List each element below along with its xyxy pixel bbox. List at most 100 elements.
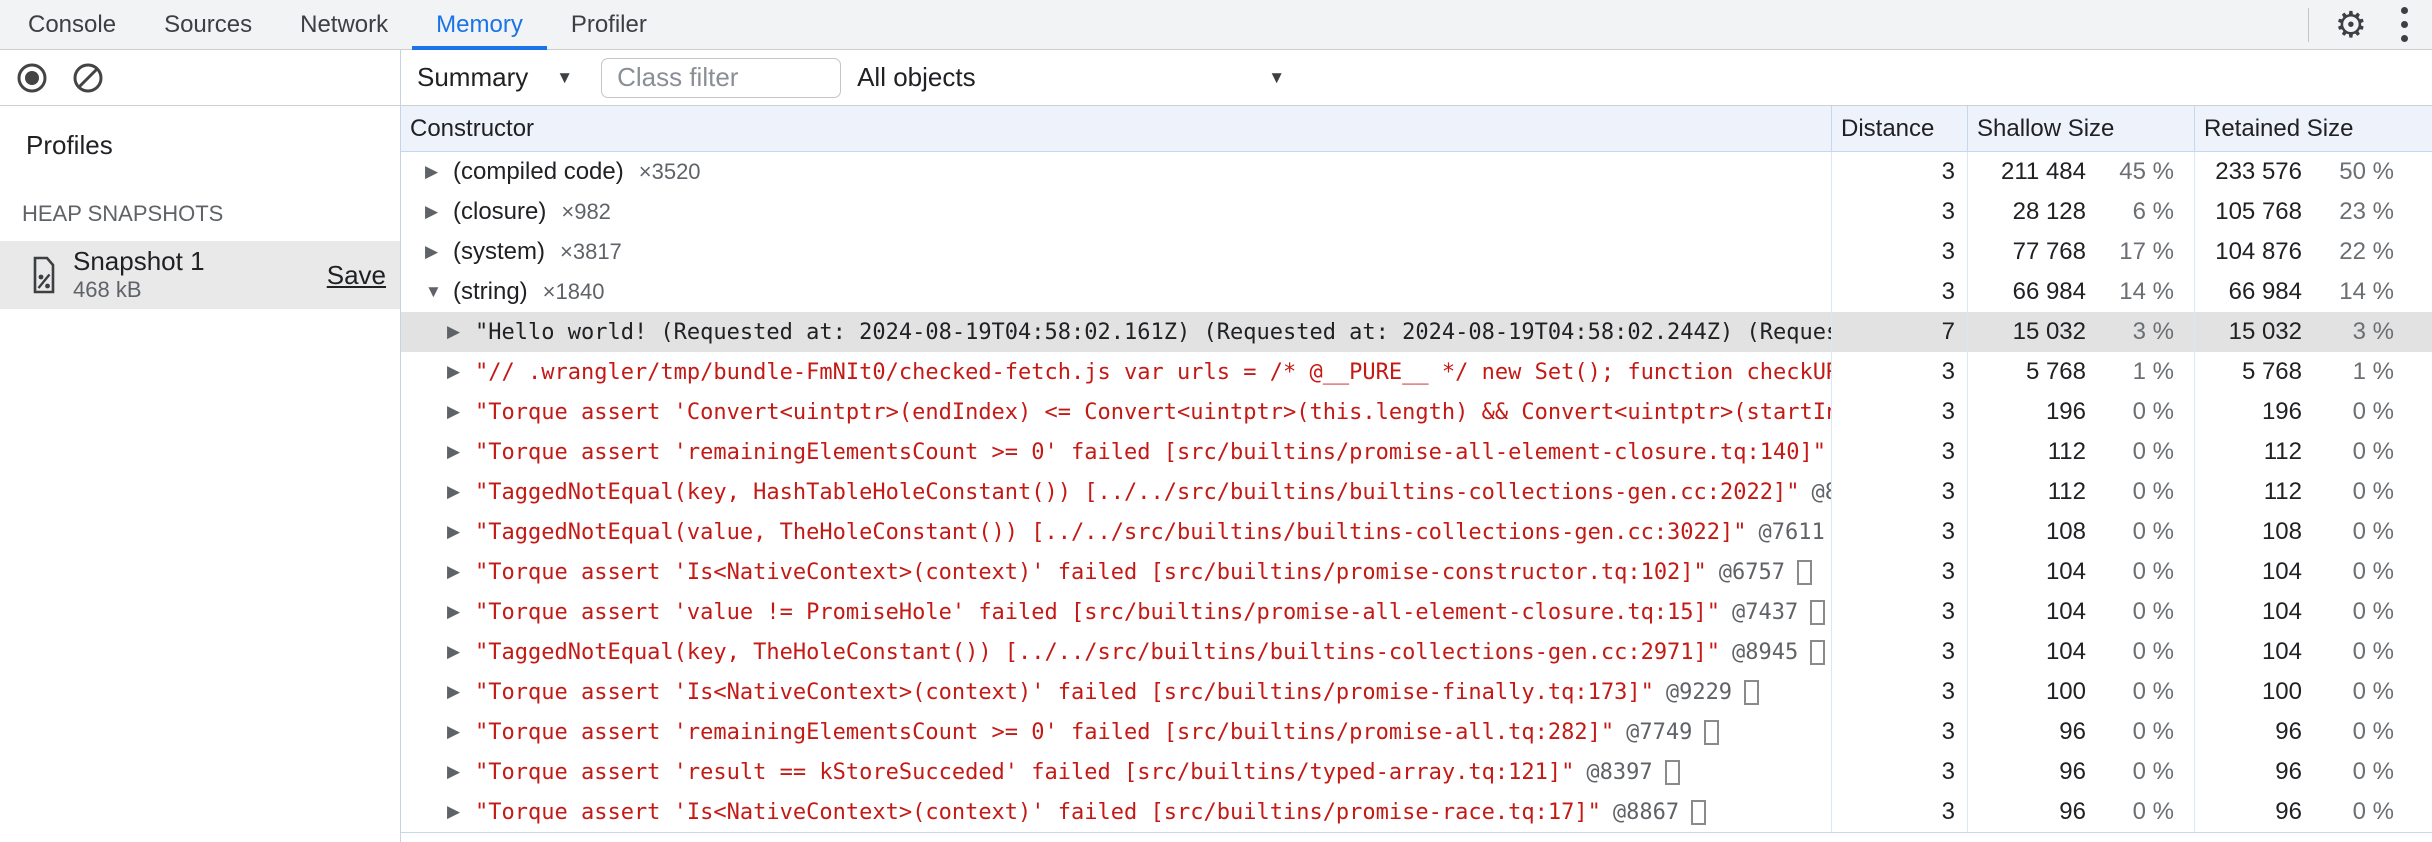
grid-row[interactable]: ▶ "Torque assert 'remainingElementsCount… [401, 712, 2432, 752]
grid-row[interactable]: ▶ "TaggedNotEqual(key, TheHoleConstant()… [401, 632, 2432, 672]
shallow-size-cell: 96 0 % [1968, 712, 2195, 752]
tab-network[interactable]: Network [276, 0, 412, 49]
grid-row[interactable]: ▶ "Hello world! (Requested at: 2024-08-1… [401, 312, 2432, 352]
shallow-size-value: 112 [2047, 478, 2086, 505]
shallow-size-cell: 104 0 % [1968, 592, 2195, 632]
disclosure-triangle-icon[interactable]: ▶ [445, 442, 475, 462]
tab-profiler-label: Profiler [570, 10, 647, 38]
column-header-constructor[interactable]: Constructor [401, 106, 1832, 151]
disclosure-triangle-icon[interactable]: ▶ [423, 242, 453, 262]
retained-size-value: 104 [2261, 558, 2302, 585]
distance-cell: 3 [1832, 752, 1968, 792]
shallow-size-value: 96 [2059, 798, 2086, 825]
disclosure-triangle-icon[interactable]: ▼ [423, 282, 453, 302]
record-heap-snapshot-icon[interactable] [16, 62, 48, 94]
constructor-text: "Torque assert 'result == kStoreSucceded… [475, 759, 1575, 785]
perspective-select[interactable]: Summary ▼ [417, 62, 573, 93]
shallow-size-value: 104 [2045, 598, 2086, 625]
distance-cell: 3 [1832, 432, 1968, 472]
snapshot-toolbar: Summary ▼ All objects ▼ [401, 50, 2432, 106]
shallow-size-cell: 100 0 % [1968, 672, 2195, 712]
grid-row[interactable]: ▶ "TaggedNotEqual(value, TheHoleConstant… [401, 512, 2432, 552]
retained-size-cell: 104 0 % [2195, 632, 2432, 672]
distance-cell: 3 [1832, 512, 1968, 552]
retained-size-percent: 1 % [2352, 358, 2394, 385]
grid-row[interactable]: ▶ "Torque assert 'Is<NativeContext>(cont… [401, 792, 2432, 832]
glyph-box-icon [1744, 679, 1760, 705]
disclosure-triangle-icon[interactable]: ▶ [423, 202, 453, 222]
disclosure-triangle-icon[interactable]: ▶ [445, 722, 475, 742]
shallow-size-value: 104 [2045, 558, 2086, 585]
disclosure-triangle-icon[interactable]: ▶ [445, 362, 475, 382]
retained-size-percent: 0 % [2352, 598, 2394, 625]
grid-row[interactable]: ▶ "Torque assert 'value != PromiseHole' … [401, 592, 2432, 632]
disclosure-triangle-icon[interactable]: ▶ [445, 402, 475, 422]
retained-size-cell: 100 0 % [2195, 672, 2432, 712]
tab-sources[interactable]: Sources [140, 0, 276, 49]
class-filter-input[interactable] [601, 57, 842, 98]
shallow-size-percent: 45 % [2119, 158, 2174, 185]
grid-row[interactable]: ▶ "Torque assert 'result == kStoreSucced… [401, 752, 2432, 792]
object-id: @8945 [1732, 639, 1799, 665]
shallow-size-value: 108 [2045, 518, 2086, 545]
disclosure-triangle-icon[interactable]: ▶ [423, 162, 453, 182]
grid-row[interactable]: ▶ (compiled code) ×3520 3 211 484 45 % 2… [401, 152, 2432, 192]
constructor-text: "// .wrangler/tmp/bundle-FmNIt0/checked-… [475, 359, 1832, 385]
disclosure-triangle-icon[interactable]: ▶ [445, 682, 475, 702]
retained-size-cell: 15 032 3 % [2195, 312, 2432, 352]
constructor-text: "Torque assert 'Is<NativeContext>(contex… [475, 679, 1654, 705]
disclosure-triangle-icon[interactable]: ▶ [445, 602, 475, 622]
column-header-distance[interactable]: Distance [1832, 106, 1968, 151]
object-id: @7749 [1626, 719, 1693, 745]
disclosure-triangle-icon[interactable]: ▶ [445, 322, 475, 342]
shallow-size-cell: 104 0 % [1968, 632, 2195, 672]
shallow-size-cell: 211 484 45 % [1968, 152, 2195, 192]
grid-row[interactable]: ▶ "// .wrangler/tmp/bundle-FmNIt0/checke… [401, 352, 2432, 392]
retained-size-cell: 96 0 % [2195, 792, 2432, 832]
clear-profiles-icon[interactable] [72, 62, 104, 94]
grid-row[interactable]: ▶ (closure) ×982 3 28 128 6 % 105 768 23… [401, 192, 2432, 232]
constructor-cell: ▶ "Hello world! (Requested at: 2024-08-1… [401, 312, 1832, 352]
retained-size-percent: 50 % [2339, 158, 2394, 185]
tab-console[interactable]: Console [4, 0, 140, 49]
objects-scope-select[interactable]: All objects ▼ [857, 62, 1285, 93]
constructor-cell: ▶ "TaggedNotEqual(value, TheHoleConstant… [401, 512, 1832, 552]
retained-size-cell: 112 0 % [2195, 432, 2432, 472]
retained-size-value: 108 [2261, 518, 2302, 545]
retained-size-cell: 96 0 % [2195, 712, 2432, 752]
grid-row[interactable]: ▶ "Torque assert 'Is<NativeContext>(cont… [401, 672, 2432, 712]
gear-icon[interactable]: ⚙ [2335, 6, 2367, 43]
column-header-shallow-size[interactable]: Shallow Size [1968, 106, 2195, 151]
grid-row[interactable]: ▶ "TaggedNotEqual(key, HashTableHoleCons… [401, 472, 2432, 512]
kebab-menu-icon[interactable] [2393, 3, 2416, 46]
shallow-size-value: 196 [2045, 398, 2086, 425]
snapshot-info: Snapshot 1 468 kB [73, 247, 205, 303]
snapshot-list-item[interactable]: Snapshot 1 468 kB Save [0, 241, 400, 309]
disclosure-triangle-icon[interactable]: ▶ [445, 642, 475, 662]
heap-snapshot-view: Summary ▼ All objects ▼ Constructor Dist… [400, 50, 2432, 842]
shallow-size-cell: 15 032 3 % [1968, 312, 2195, 352]
disclosure-triangle-icon[interactable]: ▶ [445, 482, 475, 502]
column-header-retained-size[interactable]: Retained Size [2195, 106, 2432, 151]
disclosure-triangle-icon[interactable]: ▶ [445, 562, 475, 582]
shallow-size-value: 5 768 [2025, 358, 2086, 385]
retained-size-percent: 0 % [2352, 478, 2394, 505]
grid-row[interactable]: ▶ (system) ×3817 3 77 768 17 % 104 876 2… [401, 232, 2432, 272]
shallow-size-percent: 0 % [2132, 798, 2174, 825]
distance-cell: 3 [1832, 672, 1968, 712]
disclosure-triangle-icon[interactable]: ▶ [445, 522, 475, 542]
tab-memory[interactable]: Memory [412, 0, 547, 50]
instance-count: ×3817 [560, 239, 622, 264]
shallow-size-value: 77 768 [2012, 238, 2086, 265]
disclosure-triangle-icon[interactable]: ▶ [445, 802, 475, 822]
save-snapshot-link[interactable]: Save [327, 260, 386, 291]
heap-snapshot-document-icon [33, 256, 55, 294]
shallow-size-value: 100 [2045, 678, 2086, 705]
disclosure-triangle-icon[interactable]: ▶ [445, 762, 475, 782]
grid-row[interactable]: ▶ "Torque assert 'Is<NativeContext>(cont… [401, 552, 2432, 592]
grid-row[interactable]: ▶ "Torque assert 'remainingElementsCount… [401, 432, 2432, 472]
constructor-text: "Torque assert 'Is<NativeContext>(contex… [475, 799, 1601, 825]
tab-profiler[interactable]: Profiler [547, 0, 671, 49]
grid-row[interactable]: ▶ "Torque assert 'Convert<uintptr>(endIn… [401, 392, 2432, 432]
grid-row[interactable]: ▼ (string) ×1840 3 66 984 14 % 66 984 14… [401, 272, 2432, 312]
